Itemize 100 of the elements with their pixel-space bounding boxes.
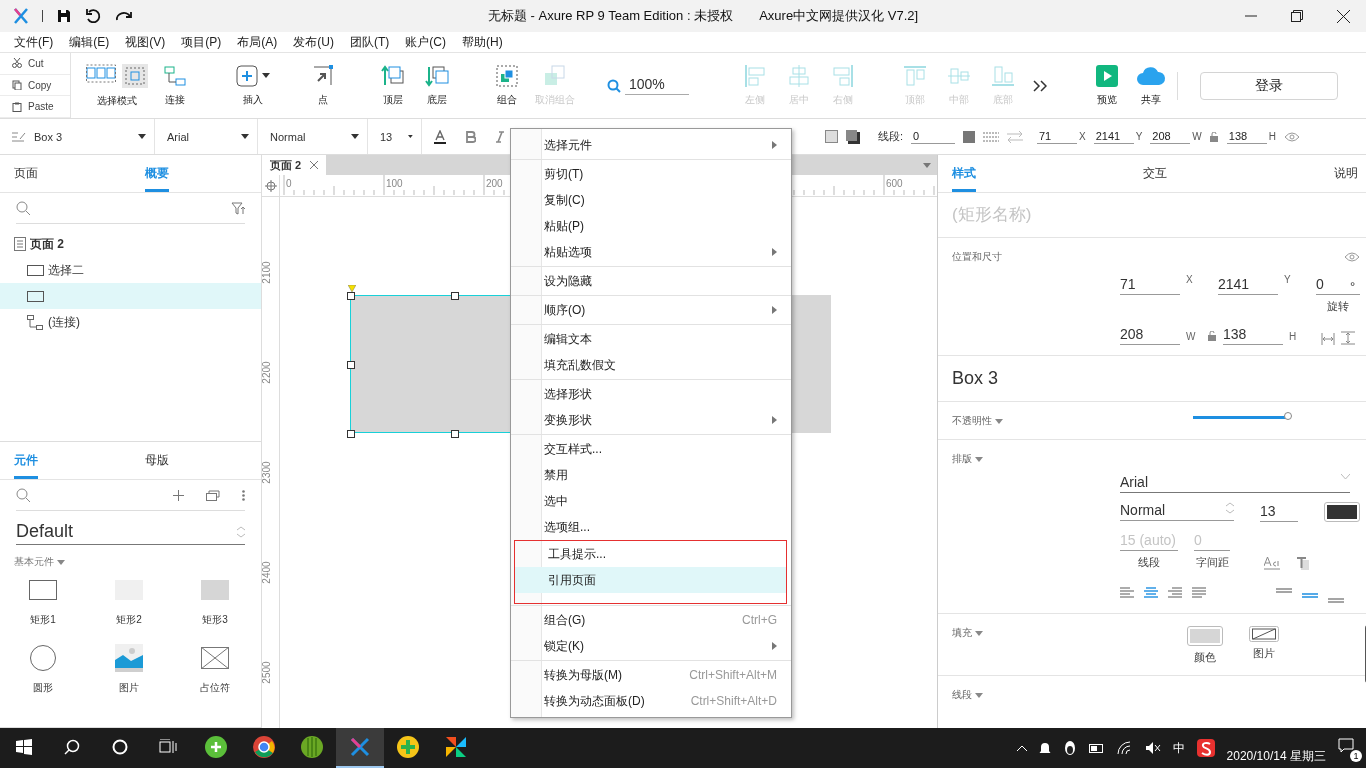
unit-label: X [1078, 131, 1086, 142]
menu-item[interactable]: 编辑文本 [511, 326, 791, 352]
toolbar-button[interactable]: 顶层 [371, 57, 415, 114]
widget-item[interactable]: 矩形3 [172, 575, 258, 627]
menu-item[interactable]: 选中 [511, 488, 791, 514]
ruler-label: 600 [886, 178, 903, 189]
weight-dropdown[interactable]: Normal [258, 119, 368, 154]
menu-item[interactable]: 选择元件 [511, 132, 791, 158]
menu-item[interactable]: 复制(C) [511, 187, 791, 213]
menu-item[interactable]: 文件(F) [6, 33, 62, 51]
input-field[interactable]: 208 [1120, 324, 1180, 345]
clipboard-button[interactable]: Cut [0, 53, 70, 75]
toolbar-button[interactable]: 组合 [485, 57, 529, 114]
input-field[interactable]: 71 [1036, 129, 1077, 144]
widget-item[interactable]: 图片 [86, 643, 172, 695]
size-dropdown[interactable]: 13 [368, 119, 422, 154]
menu-item[interactable]: 剪切(T) [511, 161, 791, 187]
menu-item[interactable]: 交互样式... [511, 436, 791, 462]
outline-row[interactable]: (连接) [0, 309, 261, 335]
widget-dropdown[interactable]: Box 3 [0, 119, 155, 154]
clock-date[interactable]: 2020/10/14 星期三 [1226, 731, 1326, 765]
ruler-label: 2400 [260, 561, 272, 584]
input-field[interactable]: 13 [1260, 501, 1298, 522]
ruler-label: 2500 [260, 661, 272, 684]
toolbar-button[interactable]: 点 [301, 57, 345, 114]
input-field[interactable]: 0 [910, 129, 955, 144]
menu-item[interactable]: 编辑(E) [61, 33, 118, 51]
input-field[interactable]: 208 [1150, 129, 1191, 144]
library-dropdown[interactable]: Default [16, 521, 245, 545]
input-field[interactable]: 2141 [1218, 274, 1278, 295]
section-title: 不透明性 [952, 414, 1003, 428]
clipboard-button[interactable]: Copy [0, 74, 70, 97]
menu-item[interactable]: 视图(V) [117, 33, 174, 51]
dropdown-value: 13 [380, 130, 393, 143]
widget-item[interactable]: 圆形 [0, 643, 86, 695]
section-title: 填充 [952, 626, 983, 640]
dropdown-value: Normal [1120, 502, 1166, 518]
zoom-field[interactable]: 100% [625, 76, 689, 95]
login-button[interactable]: 登录 [1200, 71, 1338, 100]
dropdown-value: Normal [270, 130, 306, 143]
degree-label: ° [1350, 279, 1356, 294]
menu-item[interactable]: 账户(C) [397, 33, 454, 51]
menu-item[interactable]: 填充乱数假文 [511, 352, 791, 378]
panel-tab[interactable]: 说明 [1334, 165, 1358, 192]
widget-label: 圆形 [33, 681, 53, 695]
menu-item[interactable]: 转换为母版(M) Ctrl+Shift+Alt+M [511, 662, 791, 688]
menu-item[interactable]: 选择形状 [511, 381, 791, 407]
menu-item[interactable]: 变换形状 [511, 407, 791, 433]
panel-tab[interactable]: 页面 [14, 165, 38, 192]
unit-label: H [1289, 331, 1298, 344]
font-dropdown[interactable]: Arial [1120, 474, 1350, 493]
outline-row[interactable]: 选择二 [0, 257, 261, 283]
menu-item[interactable]: 粘贴选项 [511, 239, 791, 265]
menu-item[interactable]: 选项组... [511, 514, 791, 540]
panel-tab[interactable]: 概要 [144, 165, 169, 192]
input-field[interactable]: 138 [1223, 324, 1283, 345]
widget-label: 矩形2 [116, 613, 142, 627]
widget-item[interactable]: 矩形1 [0, 575, 86, 627]
menu-item[interactable]: 发布(U) [285, 33, 342, 51]
input-field[interactable]: 0 [1316, 274, 1350, 294]
menu-item[interactable]: 工具提示... [515, 541, 786, 567]
menu-item[interactable]: 粘贴(P) [511, 213, 791, 239]
menu-item[interactable]: 禁用 [511, 462, 791, 488]
toolbar-button[interactable]: 共享 [1129, 57, 1173, 114]
outline-row[interactable]: 页面 2 [0, 231, 261, 257]
panel-tab[interactable]: 交互 [1143, 165, 1167, 192]
menu-item[interactable]: 布局(A) [229, 33, 286, 51]
input-field[interactable]: 2141 [1093, 129, 1134, 144]
toolbar-button[interactable]: 预览 [1085, 57, 1129, 114]
menu-item[interactable]: 设为隐藏 [511, 268, 791, 294]
toolbar-label: 插入 [243, 92, 263, 107]
unit-label: X [1186, 274, 1194, 287]
input-field[interactable]: 138 [1226, 129, 1267, 144]
panel-tab[interactable]: 元件 [14, 452, 38, 479]
menu-item[interactable]: 引用页面 [515, 567, 786, 593]
menu-item[interactable]: 转换为动态面板(D) Ctrl+Shift+Alt+D [511, 688, 791, 714]
weight-dropdown[interactable]: Normal [1120, 502, 1234, 521]
menu-item[interactable]: 顺序(O) [511, 297, 791, 323]
ruler-label: 100 [386, 178, 403, 189]
document-tab[interactable]: 页面 2 [262, 155, 326, 175]
clipboard-button[interactable]: Paste [0, 96, 70, 118]
panel-tab[interactable]: 母版 [144, 452, 169, 479]
menu-item[interactable]: 组合(G) Ctrl+G [511, 607, 791, 633]
option-label: 图片 [1253, 646, 1275, 661]
font-dropdown[interactable]: Arial [155, 119, 258, 154]
input-field[interactable]: 0 [1194, 530, 1230, 551]
input-field[interactable]: 15 (auto) [1120, 530, 1178, 551]
widget-label: 矩形3 [202, 613, 228, 627]
menu-item[interactable]: 团队(T) [342, 33, 398, 51]
menu-item[interactable]: 锁定(K) [511, 633, 791, 659]
toolbar-button[interactable]: 底层 [415, 57, 459, 114]
input-method-label[interactable]: 中 [1172, 739, 1185, 757]
widget-item[interactable]: 矩形2 [86, 575, 172, 627]
widget-item[interactable]: 占位符 [172, 643, 258, 695]
toolbar-button[interactable]: 连接 [153, 57, 197, 114]
toolbar-button[interactable]: 插入 [231, 57, 275, 114]
menu-item[interactable]: 项目(P) [173, 33, 230, 51]
toolbar-button[interactable]: 选择模式 [81, 57, 153, 114]
menu-item[interactable]: 帮助(H) [454, 33, 511, 51]
input-field[interactable]: 71 [1120, 274, 1180, 295]
